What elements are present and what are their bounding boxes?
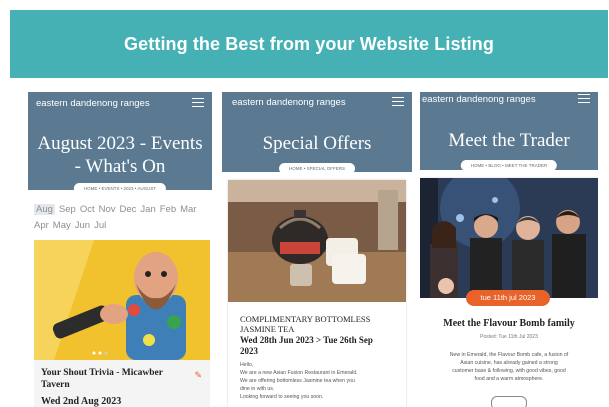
offer-text-line: We are offering bottomless Jasmine tea w… <box>240 378 355 384</box>
month-sep[interactable]: Sep <box>59 204 76 215</box>
month-mar[interactable]: Mar <box>180 204 196 215</box>
offer-description: Hello, We are a new Asian Fusion Restaur… <box>240 361 358 401</box>
breadcrumb[interactable]: HOME • BLOG • MEET THE TRADER <box>460 160 558 171</box>
month-jan[interactable]: Jan <box>140 204 155 215</box>
trader-header: eastern dandenong ranges Meet the Trader… <box>420 92 598 171</box>
page-title-line-1: August 2023 - Events <box>37 133 203 154</box>
page-title-line-2: - What's On <box>74 156 166 177</box>
title-banner: Getting the Best from your Website Listi… <box>10 10 608 78</box>
month-filter: Aug Sep Oct Nov Dec Jan Feb Mar Apr May Jun Jul <box>34 202 210 234</box>
trader-text-line: food and a warm atmosphere. <box>474 376 544 382</box>
event-card[interactable]: Your Shout Trivia - Micawber Tavern ✎ We… <box>34 240 210 407</box>
pencil-icon[interactable]: ✎ <box>194 370 202 381</box>
date-badge: tue 11th jul 2023 <box>466 290 550 306</box>
offer-date-line-2: 2023 <box>240 346 258 356</box>
events-header: eastern dandenong ranges August 2023 - E… <box>28 92 212 194</box>
month-may[interactable]: May <box>53 220 71 231</box>
event-date: Wed 2nd Aug 2023 <box>41 396 122 407</box>
breadcrumb[interactable]: HOME • SPECIAL OFFERS <box>279 163 355 174</box>
hamburger-menu-icon[interactable] <box>392 97 404 106</box>
trader-image <box>420 178 598 298</box>
special-offers-page-screenshot: eastern dandenong ranges Special Offers … <box>222 92 412 407</box>
breadcrumb[interactable]: HOME • EVENTS • 2023 • AUGUST <box>73 183 167 194</box>
offer-title-line-1: COMPLIMENTARY BOTTOMLESS <box>240 314 371 324</box>
month-apr[interactable]: Apr <box>34 220 49 231</box>
page-title: Meet the Trader <box>448 130 570 151</box>
trader-title[interactable]: Meet the Flavour Bomb family <box>420 318 598 329</box>
trader-text-line: New in Emerald, the Flavour Bomb cafe, a… <box>449 352 569 358</box>
month-jul[interactable]: Jul <box>94 220 106 231</box>
offer-text-line: Hello, <box>240 362 254 368</box>
event-image <box>34 240 210 360</box>
events-page-screenshot: eastern dandenong ranges August 2023 - E… <box>28 92 212 407</box>
hamburger-menu-icon[interactable] <box>578 94 590 103</box>
page-title: Special Offers <box>262 133 372 154</box>
offer-text-line: We are a new Asian Fusion Restaurant in … <box>240 370 358 376</box>
site-brand[interactable]: eastern dandenong ranges <box>422 94 536 105</box>
month-row-1: Aug Sep Oct Nov Dec Jan Feb Mar <box>34 202 210 218</box>
month-aug[interactable]: Aug <box>34 204 55 215</box>
month-row-2: Apr May Jun Jul <box>34 218 210 234</box>
month-nov[interactable]: Nov <box>99 204 116 215</box>
posted-date: Posted: Tue 11th Jul 2023 <box>480 334 538 340</box>
offer-image <box>228 180 406 302</box>
offer-text-line: dine in with us. <box>240 386 275 392</box>
month-feb[interactable]: Feb <box>160 204 176 215</box>
offer-card[interactable]: COMPLIMENTARY BOTTOMLESS JASMINE TEA Wed… <box>228 180 406 407</box>
page-title: August 2023 - Events - What's On <box>28 132 212 178</box>
offer-date: Wed 28th Jun 2023 > Tue 26th Sep 2023 <box>240 335 373 357</box>
event-title-line-1: Your Shout Trivia - Micawber <box>41 368 163 378</box>
site-brand[interactable]: eastern dandenong ranges <box>232 97 346 108</box>
meet-the-trader-page-screenshot: eastern dandenong ranges Meet the Trader… <box>420 92 598 407</box>
month-dec[interactable]: Dec <box>120 204 137 215</box>
event-title-line-2: Tavern <box>41 380 70 390</box>
trader-text-line: Asian cuisine, has already gained a stro… <box>460 360 558 366</box>
site-brand[interactable]: eastern dandenong ranges <box>36 98 150 109</box>
offer-text-line: Looking forward to seeing you soon. <box>240 394 324 400</box>
banner-title: Getting the Best from your Website Listi… <box>124 33 494 54</box>
trader-text-line: customer base & following, with good vib… <box>452 368 566 374</box>
hamburger-menu-icon[interactable] <box>192 98 204 107</box>
month-jun[interactable]: Jun <box>75 220 90 231</box>
offers-header: eastern dandenong ranges Special Offers … <box>222 92 412 174</box>
offer-date-line-1: Wed 28th Jun 2023 > Tue 26th Sep <box>240 335 373 345</box>
trader-description: New in Emerald, the Flavour Bomb cafe, a… <box>424 351 594 383</box>
trader-card[interactable]: tue 11th jul 2023 Meet the Flavour Bomb … <box>420 178 598 407</box>
offer-title[interactable]: COMPLIMENTARY BOTTOMLESS JASMINE TEA <box>240 314 370 334</box>
month-oct[interactable]: Oct <box>80 204 95 215</box>
read-more-button[interactable] <box>491 396 527 407</box>
offer-title-line-2: JASMINE TEA <box>240 324 295 334</box>
event-title[interactable]: Your Shout Trivia - Micawber Tavern <box>41 367 163 391</box>
